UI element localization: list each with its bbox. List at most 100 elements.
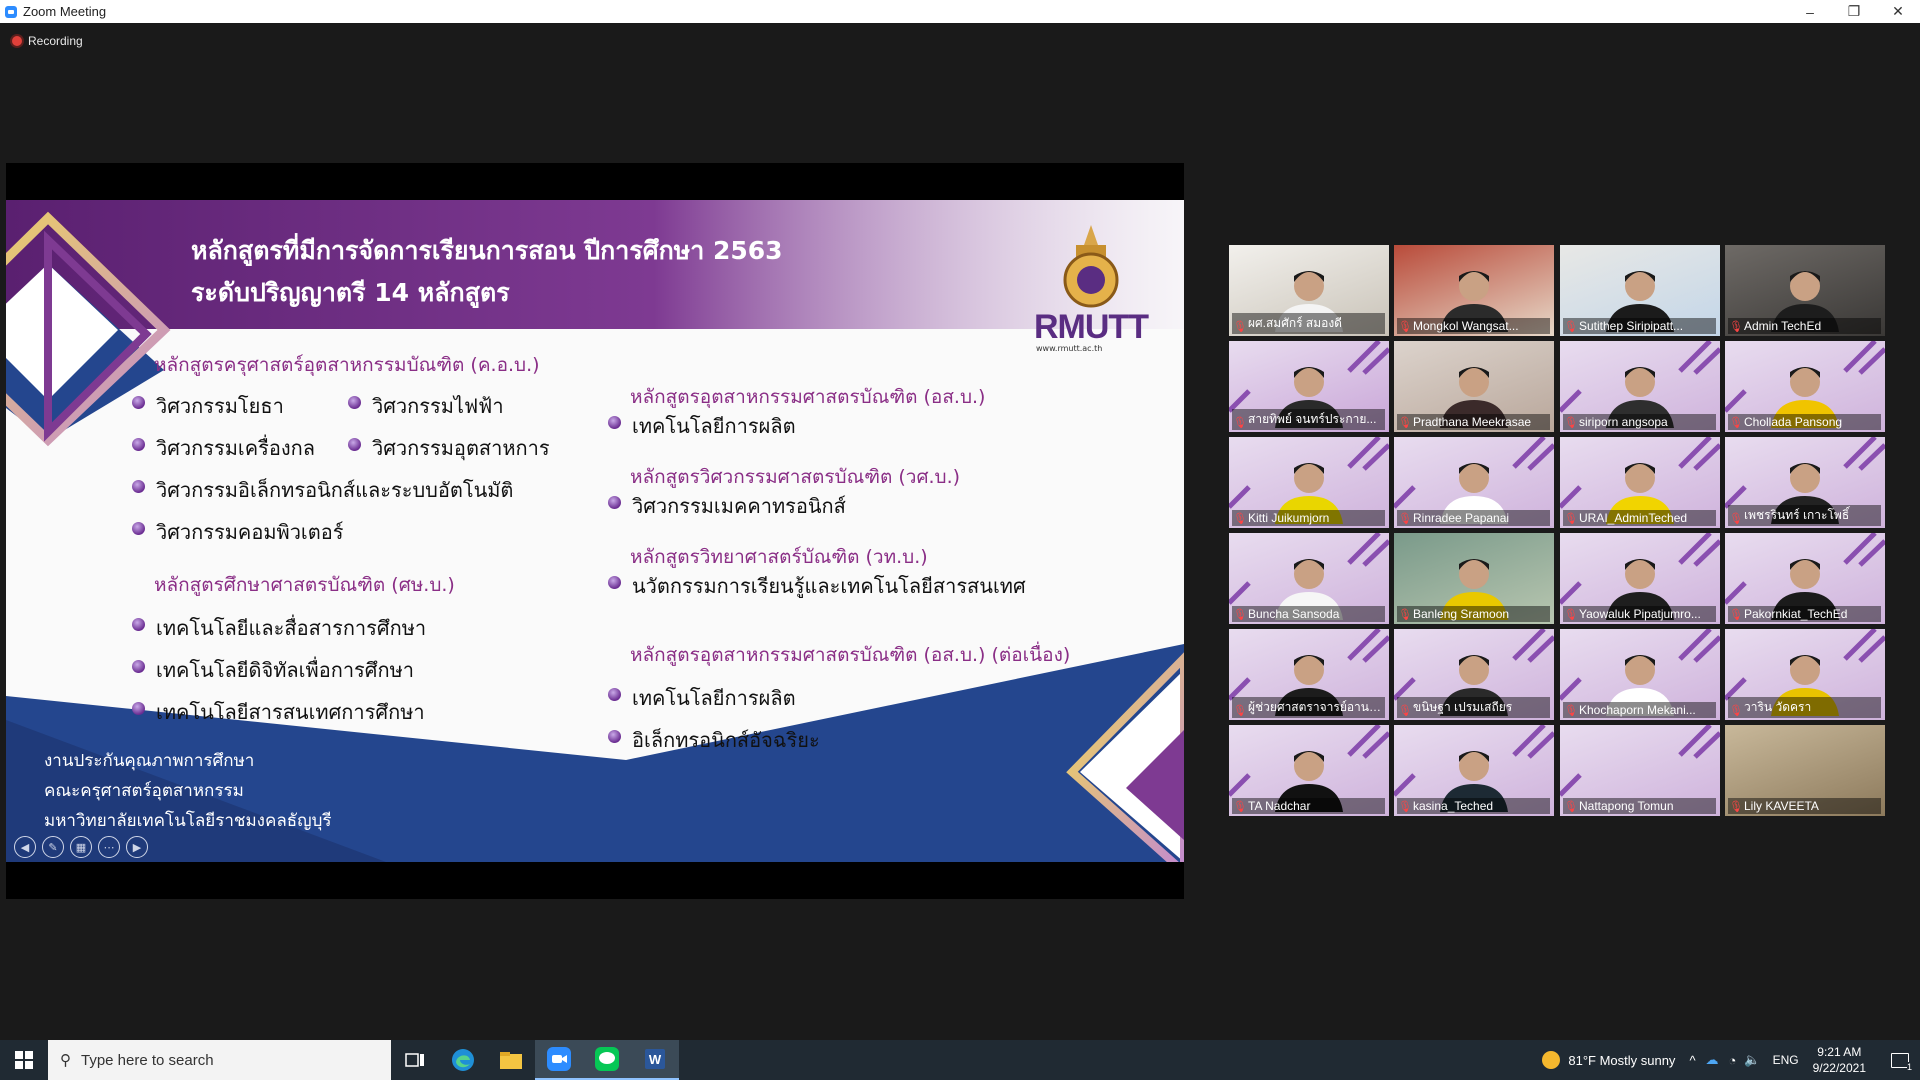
participant-tile[interactable]: URAI_AdminTeched 🎙	[1560, 437, 1720, 528]
muted-mic-icon: 🎙	[1729, 512, 1743, 525]
course-item: เทคโนโลยีการผลิต	[608, 682, 796, 714]
participant-tile[interactable]: ผศ.สมศักร์ สมองดี 🎙	[1229, 245, 1389, 336]
participant-name: Admin TechEd	[1728, 318, 1881, 334]
taskbar-app-zoom[interactable]	[535, 1040, 583, 1080]
language-indicator[interactable]: ENG	[1773, 1053, 1799, 1067]
group-heading-sob: หลักสูตรศึกษาศาสตรบัณฑิต (ศษ.บ.)	[154, 574, 455, 596]
speaker-icon[interactable]: 🔈	[1744, 1052, 1760, 1068]
restore-button[interactable]: ❐	[1832, 0, 1876, 23]
muted-mic-icon: 🎙	[1233, 416, 1247, 429]
participant-tile[interactable]: ผู้ช่วยศาสตราจารย์อานน... 🎙	[1229, 629, 1389, 720]
muted-mic-icon: 🎙	[1729, 704, 1743, 717]
participant-tile[interactable]: Khochaporn Mekani... 🎙	[1560, 629, 1720, 720]
participant-tile[interactable]: kasina_Teched 🎙	[1394, 725, 1554, 816]
participant-tile[interactable]: Buncha Sansoda 🎙	[1229, 533, 1389, 624]
participant-tile[interactable]: Sutithep Siripipatt... 🎙	[1560, 245, 1720, 336]
slide-title-line2: ระดับปริญญาตรี 14 หลักสูตร	[191, 278, 510, 307]
prev-slide-icon[interactable]: ◀	[14, 836, 36, 858]
participant-tile[interactable]: Admin TechEd 🎙	[1725, 245, 1885, 336]
participant-tile[interactable]: Chollada Pansong 🎙	[1725, 341, 1885, 432]
clock-date: 9/22/2021	[1812, 1061, 1866, 1075]
participant-name: Buncha Sansoda	[1232, 606, 1385, 622]
taskbar-app-explorer[interactable]	[487, 1040, 535, 1080]
participant-tile[interactable]: TA Nadchar 🎙	[1229, 725, 1389, 816]
participant-tile[interactable]: ขนิษฐา เปรมเสถียร 🎙	[1394, 629, 1554, 720]
course-item: เทคโนโลยีและสื่อสารการศึกษา	[132, 612, 426, 644]
minimize-button[interactable]: –	[1788, 0, 1832, 23]
participant-tile[interactable]: Nattapong Tomun 🎙	[1560, 725, 1720, 816]
pen-icon[interactable]: ✎	[42, 836, 64, 858]
muted-mic-icon: 🎙	[1564, 512, 1578, 525]
participant-name: สายทิพย์ จนทร์ประกาย...	[1232, 409, 1385, 430]
start-button[interactable]	[0, 1040, 48, 1080]
participant-tile[interactable]: Yaowaluk Pipatjumro... 🎙	[1560, 533, 1720, 624]
course-item: วิศวกรรมอุตสาหการ	[348, 432, 550, 464]
participant-tile[interactable]: Pakornkiat_TechEd 🎙	[1725, 533, 1885, 624]
muted-mic-icon: 🎙	[1564, 800, 1578, 813]
muted-mic-icon: 🎙	[1233, 320, 1247, 333]
participant-name: วาริน วัดครา	[1728, 697, 1881, 718]
word-icon: W	[645, 1049, 665, 1069]
muted-mic-icon: 🎙	[1564, 320, 1578, 333]
logo-url: www.rmutt.ac.th	[1036, 344, 1103, 353]
taskbar-search-box[interactable]: ⚲ Type here to search	[48, 1040, 391, 1080]
recording-indicator[interactable]: Recording	[12, 34, 83, 48]
participant-name: ผศ.สมศักร์ สมองดี	[1232, 313, 1385, 334]
participant-tile[interactable]: siriporn angsopa 🎙	[1560, 341, 1720, 432]
participant-tile[interactable]: วาริน วัดครา 🎙	[1725, 629, 1885, 720]
participant-tile[interactable]: Lily KAVEETA 🎙	[1725, 725, 1885, 816]
zoom-app-icon	[5, 5, 17, 18]
window-titlebar: Zoom Meeting – ❐ ✕	[0, 0, 1920, 23]
taskbar-app-word[interactable]: W	[631, 1040, 679, 1080]
show-hidden-icons-chevron-icon[interactable]: ^	[1689, 1053, 1695, 1068]
participant-name: Pradthana Meekrasae	[1397, 414, 1550, 430]
wifi-icon[interactable]: ◔	[1729, 1053, 1737, 1068]
participant-tile[interactable]: Kitti Juikumjorn 🎙	[1229, 437, 1389, 528]
task-view-button[interactable]	[391, 1040, 439, 1080]
presentation-slide: หลักสูตรที่มีการจัดการเรียนการสอน ปีการศ…	[6, 200, 1184, 862]
participant-name: Mongkol Wangsat...	[1397, 318, 1550, 334]
participant-name: siriporn angsopa	[1563, 414, 1716, 430]
slide-title-line1: หลักสูตรที่มีการจัดการเรียนการสอน ปีการศ…	[191, 236, 783, 265]
next-slide-icon[interactable]: ▶	[126, 836, 148, 858]
muted-mic-icon: 🎙	[1398, 608, 1412, 621]
participant-name: Kitti Juikumjorn	[1232, 510, 1385, 526]
course-item: วิศวกรรมโยธา	[132, 390, 284, 422]
footer-line: งานประกันคุณภาพการศึกษา	[44, 751, 255, 771]
more-options-icon[interactable]: ⋯	[98, 836, 120, 858]
clock[interactable]: 9:21 AM 9/22/2021	[1813, 1044, 1866, 1076]
participant-name: เพชรรินทร์ เกาะโพธิ์	[1728, 505, 1881, 526]
muted-mic-icon: 🎙	[1398, 704, 1412, 717]
window-title: Zoom Meeting	[23, 4, 107, 19]
taskbar-app-line[interactable]	[583, 1040, 631, 1080]
participant-name: Sutithep Siripipatt...	[1563, 318, 1716, 334]
onedrive-cloud-icon[interactable]: ☁	[1706, 1052, 1719, 1068]
participant-name: Pakornkiat_TechEd	[1728, 606, 1881, 622]
course-item: วิศวกรรมอิเล็กทรอนิกส์และระบบอัตโนมัติ	[132, 474, 513, 506]
participant-tile[interactable]: เพชรรินทร์ เกาะโพธิ์ 🎙	[1725, 437, 1885, 528]
participant-tile[interactable]: Pradthana Meekrasae 🎙	[1394, 341, 1554, 432]
course-item: เทคโนโลยีการผลิต	[608, 410, 796, 442]
action-center-button[interactable]: 1	[1880, 1040, 1920, 1080]
weather-text[interactable]: 81°F Mostly sunny	[1568, 1053, 1675, 1068]
participant-tile[interactable]: Rinradee Papanai 🎙	[1394, 437, 1554, 528]
muted-mic-icon: 🎙	[1729, 608, 1743, 621]
muted-mic-icon: 🎙	[1564, 608, 1578, 621]
participant-name: Chollada Pansong	[1728, 414, 1881, 430]
system-tray: 81°F Mostly sunny ^ ☁ ◔ 🔈 ENG 9:21 AM 9/…	[1542, 1040, 1920, 1080]
close-button[interactable]: ✕	[1876, 0, 1920, 23]
participant-tile[interactable]: สายทิพย์ จนทร์ประกาย... 🎙	[1229, 341, 1389, 432]
windows-taskbar: ⚲ Type here to search W 81°F Mostly sunn…	[0, 1040, 1920, 1080]
participant-name: Lily KAVEETA	[1728, 798, 1881, 814]
course-item: วิศวกรรมคอมพิวเตอร์	[132, 516, 344, 548]
group-heading-kob: หลักสูตรครุศาสตร์อุตสาหกรรมบัณฑิต (ค.อ.บ…	[154, 354, 540, 376]
participant-tile[interactable]: Mongkol Wangsat... 🎙	[1394, 245, 1554, 336]
participant-tile[interactable]: Banleng Sramoon 🎙	[1394, 533, 1554, 624]
course-item: นวัตกรรมการเรียนรู้และเทคโนโลยีสารสนเทศ	[608, 570, 1026, 602]
university-seal-icon	[1063, 225, 1119, 308]
muted-mic-icon: 🎙	[1233, 800, 1247, 813]
slides-grid-icon[interactable]: ▦	[70, 836, 92, 858]
taskbar-app-edge[interactable]	[439, 1040, 487, 1080]
weather-sun-icon	[1542, 1051, 1561, 1069]
muted-mic-icon: 🎙	[1398, 320, 1412, 333]
